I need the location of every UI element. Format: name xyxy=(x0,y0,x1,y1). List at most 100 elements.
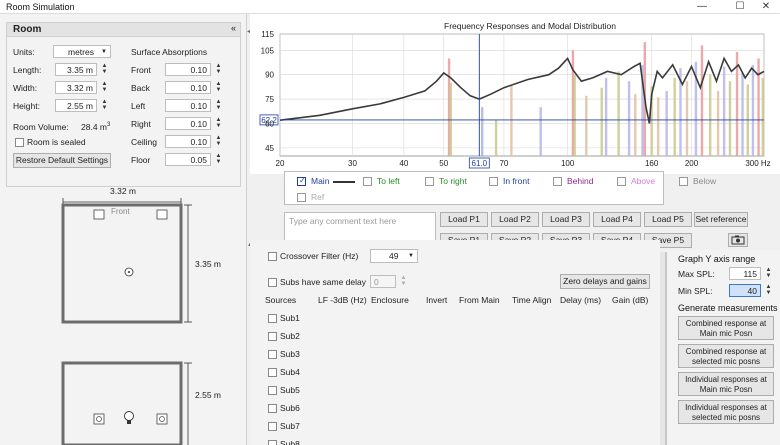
surface-back-input[interactable]: 0.10 xyxy=(165,81,211,94)
chevron-down-icon: ▼ xyxy=(101,49,107,55)
title-bar: Room Simulation — ☐ ✕ xyxy=(0,0,780,14)
surface-front-stepper[interactable]: ▲ ▼ xyxy=(213,63,224,76)
generate-button-2[interactable]: Combined response at selected mic posns xyxy=(678,344,774,368)
surface-front-input[interactable]: 0.10 xyxy=(165,63,211,76)
camera-icon xyxy=(731,235,745,245)
same-delay-input[interactable]: 0 xyxy=(370,275,396,288)
sub1-checkbox[interactable] xyxy=(268,314,277,323)
sub3-label: Sub3 xyxy=(280,349,300,359)
length-label: Length: xyxy=(13,65,42,75)
subs-column-header: Gain (dB) xyxy=(612,295,649,305)
generate-button-line1: Individual responses at xyxy=(685,375,767,384)
same-delay-checkbox[interactable] xyxy=(268,278,277,287)
generate-button-line2: selected mic posns xyxy=(691,413,761,422)
modal-bar xyxy=(600,87,603,156)
surface-left-stepper[interactable]: ▲ ▼ xyxy=(213,99,224,112)
surface-right-input[interactable]: 0.10 xyxy=(165,117,211,130)
crossover-checkbox[interactable] xyxy=(268,252,277,261)
generate-button-1[interactable]: Combined response at Main mic Posn xyxy=(678,316,774,340)
surface-floor-stepper[interactable]: ▲ ▼ xyxy=(213,153,224,166)
room-header[interactable]: Room « xyxy=(7,23,240,37)
speaker-left-elevation-icon[interactable] xyxy=(93,413,105,425)
generate-header: Generate measurements xyxy=(678,303,778,313)
surface-right-stepper[interactable]: ▲ ▼ xyxy=(213,117,224,130)
right-panel: Graph Y axis range Max SPL: 115 ▲ ▼ Min S… xyxy=(667,250,780,445)
legend-above-checkbox[interactable] xyxy=(617,177,626,186)
sub4-checkbox[interactable] xyxy=(268,368,277,377)
length-input[interactable]: 3.35 m xyxy=(55,63,97,76)
max-spl-input[interactable]: 115 xyxy=(729,267,761,280)
legend-below-checkbox[interactable] xyxy=(679,177,688,186)
sub8-label: Sub8 xyxy=(280,439,300,445)
speaker-right-icon[interactable] xyxy=(156,209,168,220)
sub5-checkbox[interactable] xyxy=(268,386,277,395)
crossover-select[interactable]: 49 ▼ xyxy=(370,249,418,263)
legend-behind-checkbox[interactable] xyxy=(553,177,562,186)
sub3-checkbox[interactable] xyxy=(268,350,277,359)
room-sealed-label: Room is sealed xyxy=(27,137,86,147)
surface-ceiling-stepper[interactable]: ▲ ▼ xyxy=(213,135,224,148)
units-select[interactable]: metres ▼ xyxy=(53,45,111,58)
modal-bar xyxy=(741,73,744,156)
max-spl-stepper[interactable]: ▲ ▼ xyxy=(763,267,774,280)
speaker-left-icon[interactable] xyxy=(93,209,105,220)
load-p5-button[interactable]: Load P5 xyxy=(644,212,692,227)
min-spl-stepper[interactable]: ▲ ▼ xyxy=(763,284,774,297)
sub6-label: Sub6 xyxy=(280,403,300,413)
maximize-button[interactable]: ☐ xyxy=(726,0,754,14)
chart-title: Frequency Responses and Modal Distributi… xyxy=(444,21,616,31)
sub8-checkbox[interactable] xyxy=(268,440,277,445)
set-reference-button[interactable]: Set reference xyxy=(694,212,748,227)
legend-ref-checkbox[interactable] xyxy=(297,193,306,202)
modal-bar xyxy=(700,45,704,156)
surface-floor-input[interactable]: 0.05 xyxy=(165,153,211,166)
surface-ceiling-input[interactable]: 0.10 xyxy=(165,135,211,148)
sub1-label: Sub1 xyxy=(280,313,300,323)
modal-bar xyxy=(617,71,620,156)
load-p2-button[interactable]: Load P2 xyxy=(491,212,539,227)
frequency-response-chart[interactable]: 20 30 40 50 61.0 70 100 160 200 300 Hz 115 105 90 75 6… xyxy=(250,14,780,174)
sub2-label: Sub2 xyxy=(280,331,300,341)
generate-button-line2: Main mic Posn xyxy=(699,329,753,338)
height-stepper[interactable]: ▲ ▼ xyxy=(99,99,110,112)
length-stepper[interactable]: ▲ ▼ xyxy=(99,63,110,76)
legend-in-front-checkbox[interactable] xyxy=(489,177,498,186)
min-spl-input[interactable]: 40 xyxy=(729,284,761,297)
width-input[interactable]: 3.32 m xyxy=(55,81,97,94)
modal-bar xyxy=(728,81,732,156)
same-delay-stepper[interactable]: ▲ ▼ xyxy=(398,275,409,288)
x-tick-label: 70 xyxy=(499,159,508,168)
height-input[interactable]: 2.55 m xyxy=(55,99,97,112)
surface-back-stepper[interactable]: ▲ ▼ xyxy=(213,81,224,94)
legend-to-right-checkbox[interactable] xyxy=(425,177,434,186)
sub2-checkbox[interactable] xyxy=(268,332,277,341)
minimize-button[interactable]: — xyxy=(688,0,716,14)
modal-bar xyxy=(449,82,452,156)
width-stepper[interactable]: ▲ ▼ xyxy=(99,81,110,94)
collapse-icon[interactable]: « xyxy=(231,23,236,33)
speaker-right-elevation-icon[interactable] xyxy=(156,413,168,425)
legend-main-checkbox[interactable]: ✓ xyxy=(297,176,306,186)
load-p1-button[interactable]: Load P1 xyxy=(440,212,488,227)
sub7-label: Sub7 xyxy=(280,421,300,431)
generate-button-4[interactable]: Individual responses at selected mic posn… xyxy=(678,400,774,424)
generate-button-3[interactable]: Individual responses at Main mic Posn xyxy=(678,372,774,396)
generate-button-line2: Main mic Posn xyxy=(699,385,753,394)
modal-bar xyxy=(685,81,689,156)
modal-bar xyxy=(761,77,765,156)
surface-left-input[interactable]: 0.10 xyxy=(165,99,211,112)
sub7-checkbox[interactable] xyxy=(268,422,277,431)
main-mic-elevation-icon[interactable] xyxy=(124,411,134,421)
zero-delays-button[interactable]: Zero delays and gains xyxy=(560,274,650,289)
same-delay-label: Subs have same delay xyxy=(280,277,366,287)
load-p3-button[interactable]: Load P3 xyxy=(542,212,590,227)
load-p4-button[interactable]: Load P4 xyxy=(593,212,641,227)
restore-defaults-button[interactable]: Restore Default Settings xyxy=(13,153,111,168)
sub6-checkbox[interactable] xyxy=(268,404,277,413)
surface-ceiling-label: Ceiling xyxy=(131,137,157,147)
room-sealed-checkbox[interactable] xyxy=(15,138,24,147)
close-button[interactable]: ✕ xyxy=(752,0,780,14)
comment-placeholder: Type any comment text here xyxy=(289,216,397,226)
legend-to-left-checkbox[interactable] xyxy=(363,177,372,186)
camera-button[interactable] xyxy=(728,233,748,247)
